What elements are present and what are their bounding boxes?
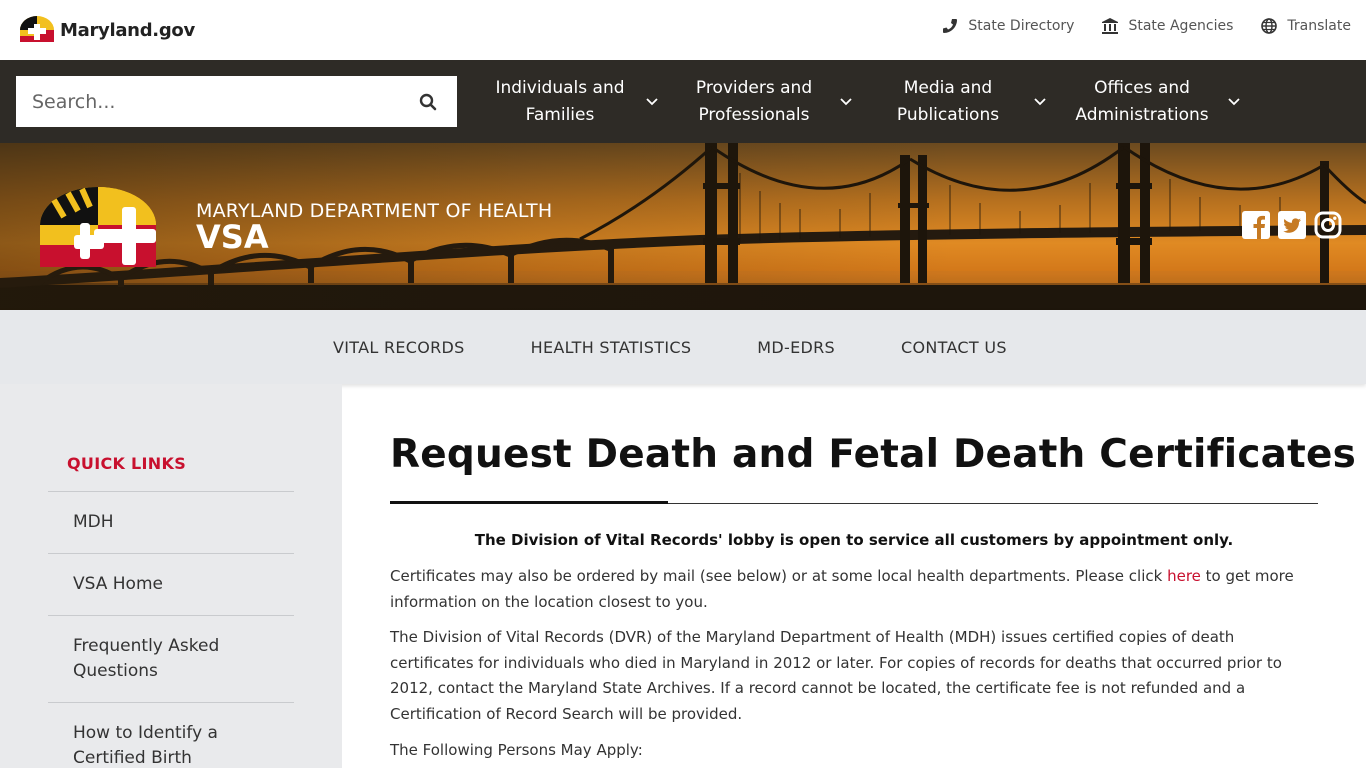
- mail-order-paragraph: Certificates may also be ordered by mail…: [390, 564, 1318, 615]
- state-agencies-link[interactable]: State Agencies: [1102, 18, 1233, 34]
- social-links: [1242, 211, 1342, 239]
- quick-links-list: MDH VSA Home Frequently Asked Questions …: [48, 491, 294, 768]
- phone-icon: [943, 19, 958, 33]
- utility-bar: Maryland.gov State Directory State Agenc…: [0, 0, 1366, 60]
- title-divider-accent: [390, 501, 668, 504]
- chevron-down-icon: [1228, 97, 1240, 105]
- search-box: [16, 76, 457, 127]
- dvr-paragraph: The Division of Vital Records (DVR) of t…: [390, 628, 1282, 723]
- twitter-icon: [1278, 211, 1306, 239]
- subnav-health-statistics[interactable]: HEALTH STATISTICS: [498, 310, 725, 384]
- lobby-notice: The Division of Vital Records' lobby is …: [474, 531, 1234, 549]
- translate-label: Translate: [1287, 18, 1351, 34]
- nav-item-offices-administrations[interactable]: Offices and Administrations: [1060, 60, 1254, 143]
- chevron-down-icon: [646, 97, 658, 105]
- state-directory-label: State Directory: [968, 18, 1075, 34]
- globe-icon: [1261, 18, 1278, 34]
- logo-text: Maryland.gov: [60, 19, 195, 41]
- twitter-link[interactable]: [1278, 211, 1306, 239]
- subnav-md-edrs[interactable]: MD-EDRS: [724, 310, 868, 384]
- nav-item-providers-professionals[interactable]: Providers and Professionals: [672, 60, 866, 143]
- search-icon: [419, 93, 437, 111]
- section-subnav: VITAL RECORDS HEALTH STATISTICS MD-EDRS …: [0, 310, 1366, 384]
- facebook-link[interactable]: [1242, 211, 1270, 239]
- translate-link[interactable]: Translate: [1261, 18, 1351, 34]
- maryland-gov-logo[interactable]: Maryland.gov: [16, 16, 195, 44]
- quick-link-faq[interactable]: Frequently Asked Questions: [48, 615, 294, 702]
- quick-links-sidebar: QUICK LINKS MDH VSA Home Frequently Aske…: [0, 384, 342, 768]
- quick-link-mdh[interactable]: MDH: [48, 491, 294, 553]
- nav-item-label: Individuals and Families: [495, 77, 625, 125]
- quick-link-identify-certified-birth[interactable]: How to Identify a Certified Birth: [48, 702, 294, 768]
- nav-item-media-publications[interactable]: Media and Publications: [866, 60, 1060, 143]
- state-directory-link[interactable]: State Directory: [942, 18, 1074, 34]
- chevron-down-icon: [1034, 97, 1046, 105]
- nav-items: Individuals and Families Providers and P…: [478, 60, 1254, 143]
- chevron-down-icon: [840, 97, 852, 105]
- state-agencies-label: State Agencies: [1128, 18, 1234, 34]
- subnav-items: VITAL RECORDS HEALTH STATISTICS MD-EDRS …: [300, 310, 1040, 384]
- building-icon: [1102, 18, 1119, 34]
- header-banner: MARYLAND DEPARTMENT OF HEALTH VSA: [0, 143, 1366, 310]
- instagram-link[interactable]: [1314, 211, 1342, 239]
- search-button[interactable]: [419, 93, 437, 111]
- main-navigation: Individuals and Families Providers and P…: [0, 60, 1366, 143]
- mdh-shield-logo[interactable]: [40, 187, 156, 267]
- facebook-icon: [1242, 211, 1270, 239]
- here-link[interactable]: here: [1167, 567, 1201, 585]
- eligible-applicants-heading: The Following Persons May Apply:: [390, 741, 643, 759]
- nav-item-label: Offices and Administrations: [1075, 77, 1209, 125]
- subnav-contact-us[interactable]: CONTACT US: [868, 310, 1040, 384]
- instagram-icon: [1314, 211, 1342, 239]
- maryland-flag-icon: [20, 16, 54, 42]
- quick-link-vsa-home[interactable]: VSA Home: [48, 553, 294, 615]
- nav-item-individuals-families[interactable]: Individuals and Families: [478, 60, 672, 143]
- quick-links-title: QUICK LINKS: [67, 454, 187, 473]
- p1-text-before: Certificates may also be ordered by mail…: [390, 567, 1168, 585]
- nav-item-label: Media and Publications: [896, 77, 1000, 125]
- nav-item-label: Providers and Professionals: [695, 77, 813, 125]
- page-title: Request Death and Fetal Death Certificat…: [390, 432, 1357, 477]
- utility-links: State Directory State Agencies Translate: [942, 18, 1351, 34]
- subnav-vital-records[interactable]: VITAL RECORDS: [300, 310, 498, 384]
- agency-name: VSA: [196, 218, 269, 256]
- search-input[interactable]: [32, 90, 392, 113]
